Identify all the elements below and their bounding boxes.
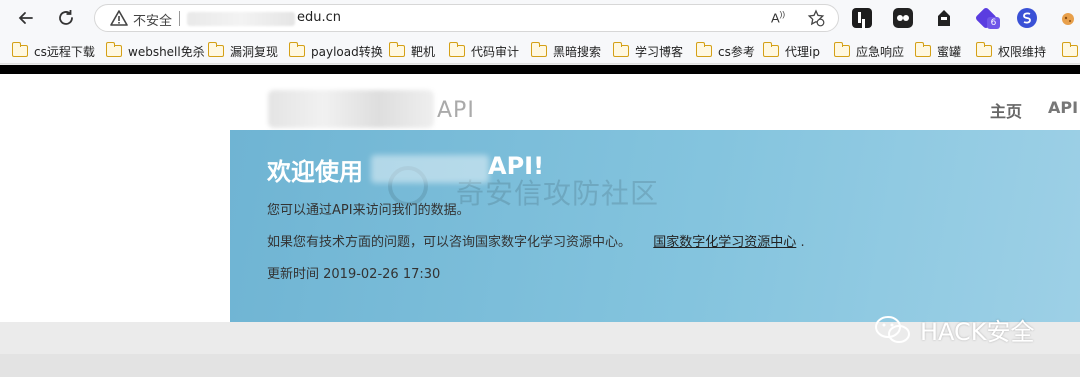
folder-icon xyxy=(388,42,405,57)
contact-text: 如果您有技术方面的问题，可以咨询国家数字化学习资源中心。 国家数字化学习资源中心… xyxy=(267,231,805,250)
bookmark-label: webshell免杀 xyxy=(128,44,205,59)
read-aloud-icon[interactable]: A)) xyxy=(771,10,785,25)
bookmark-label: cs远程下载 xyxy=(34,44,95,59)
wechat-label: HACK安全 xyxy=(920,318,1035,346)
bookmark-label: 蜜罐 xyxy=(937,44,962,59)
folder-icon xyxy=(762,42,779,57)
bottom-area xyxy=(0,354,1080,377)
folder-icon xyxy=(288,42,305,57)
bookmark-folder[interactable]: 权限维持 xyxy=(975,42,1047,60)
folder-icon xyxy=(975,42,992,57)
folder-icon xyxy=(105,42,122,57)
resource-center-link[interactable]: 国家数字化学习资源中心 xyxy=(653,235,796,250)
bookmark-label: 学习博客 xyxy=(635,44,684,59)
folder-icon xyxy=(530,42,547,57)
site-brand[interactable]: API xyxy=(437,98,475,123)
bookmark-label: 应急响应 xyxy=(856,44,905,59)
updated-time: 更新时间 2019-02-26 17:30 xyxy=(267,267,441,282)
bookmark-folder[interactable]: 蜜罐 xyxy=(914,42,962,60)
extension-hacker-icon[interactable] xyxy=(934,8,954,28)
intro-text: 您可以通过API来访问我们的数据。 xyxy=(267,203,470,218)
extension-cookie-icon[interactable] xyxy=(1058,8,1078,28)
nav-link-api[interactable]: API xyxy=(1048,98,1078,117)
bookmark-label: 漏洞复现 xyxy=(230,44,279,59)
wechat-watermark: HACK安全 xyxy=(874,312,1035,347)
browser-toolbar: 不安全 edu.cn A)) 6 xyxy=(0,0,1080,36)
viewport-border xyxy=(0,65,1080,74)
bookmarks-bar: cs远程下载 webshell免杀 漏洞复现 payload转换 靶机 代码审计… xyxy=(0,36,1080,64)
bookmark-label: 代理ip xyxy=(785,44,820,59)
contact-end: . xyxy=(800,235,805,250)
wechat-icon xyxy=(875,315,910,343)
redacted-hostname xyxy=(187,12,295,26)
bookmark-folder[interactable]: 代码审计 xyxy=(448,42,520,60)
folder-icon xyxy=(207,42,224,57)
folder-icon xyxy=(11,42,28,57)
folder-icon xyxy=(914,42,931,57)
redacted-site-name xyxy=(371,155,489,183)
bookmark-folder[interactable]: cs远程下载 xyxy=(11,42,95,60)
bookmark-folder[interactable]: cs参考 xyxy=(695,42,755,60)
welcome-title-prefix: 欢迎使用 xyxy=(267,158,363,186)
divider xyxy=(179,11,180,26)
folder-icon xyxy=(695,42,712,57)
bookmark-folder[interactable]: 学习博客 xyxy=(612,42,684,60)
extension-s-icon[interactable] xyxy=(1017,8,1037,28)
add-favorite-icon[interactable] xyxy=(807,9,825,27)
bookmark-folder[interactable]: payload转换 xyxy=(288,42,383,60)
bookmark-folder[interactable]: 应急响应 xyxy=(833,42,905,60)
folder-icon xyxy=(612,42,629,57)
bookmark-label: 代码审计 xyxy=(471,44,520,59)
contact-sentence: 如果您有技术方面的问题，可以咨询国家数字化学习资源中心。 xyxy=(267,235,632,250)
address-bar[interactable]: 不安全 edu.cn A)) xyxy=(94,4,839,32)
bookmark-label: payload转换 xyxy=(311,44,383,59)
bookmark-folder[interactable]: 代理ip xyxy=(762,42,820,60)
folder-icon xyxy=(1061,42,1078,57)
folder-icon xyxy=(833,42,850,57)
bookmark-label: 黑暗搜索 xyxy=(553,44,602,59)
back-arrow-icon[interactable] xyxy=(12,6,40,30)
bookmark-folder[interactable]: 靶机 xyxy=(388,42,436,60)
extension-badge: 6 xyxy=(987,17,1000,29)
bookmark-folder[interactable]: webshell免杀 xyxy=(105,42,205,60)
bookmark-folder[interactable]: 黑暗搜索 xyxy=(530,42,602,60)
folder-icon xyxy=(448,42,465,57)
bookmark-label: 靶机 xyxy=(411,44,436,59)
extension-mask-icon[interactable] xyxy=(893,8,913,28)
extension-l-icon[interactable] xyxy=(852,8,872,28)
security-status[interactable]: 不安全 xyxy=(133,10,172,29)
nav-link-home[interactable]: 主页 xyxy=(990,98,1022,122)
reload-icon[interactable] xyxy=(52,6,80,30)
redacted-brand xyxy=(268,90,434,128)
bookmark-label: 权限维持 xyxy=(998,44,1047,59)
url-text[interactable]: edu.cn xyxy=(297,10,341,25)
bookmark-label: cs参考 xyxy=(718,44,755,59)
jumbotron: 奇安信攻防社区 欢迎使用 API! 您可以通过API来访问我们的数据。 如果您有… xyxy=(230,130,1080,322)
warning-icon[interactable] xyxy=(110,9,128,27)
welcome-title-suffix: API! xyxy=(488,152,545,180)
bookmark-folder[interactable]: 漏洞复现 xyxy=(207,42,279,60)
bookmark-folder[interactable] xyxy=(1061,42,1080,60)
